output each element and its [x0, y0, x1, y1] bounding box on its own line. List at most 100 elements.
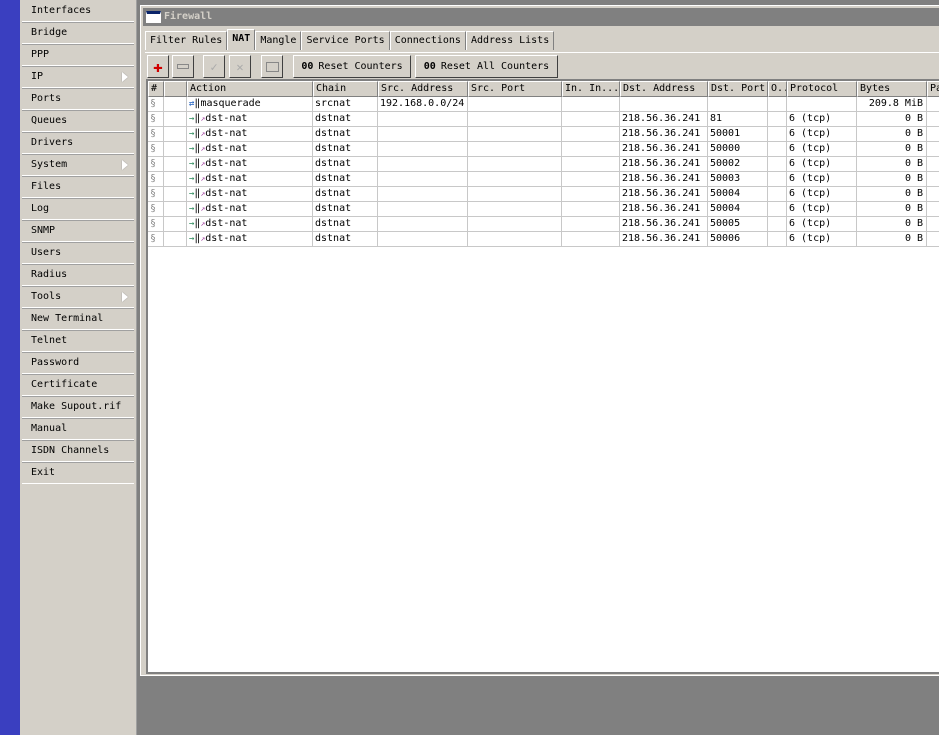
sidebar-item-queues[interactable]: Queues: [22, 110, 134, 132]
action-cell: →‖↗dst-nat: [187, 202, 313, 217]
column-header[interactable]: Src. Address: [378, 81, 468, 97]
dst-address-cell: 218.56.36.241: [620, 187, 708, 202]
tab-address-lists[interactable]: Address Lists: [465, 31, 555, 50]
sidebar-item-ip[interactable]: IP: [22, 66, 134, 88]
sidebar-item-manual[interactable]: Manual: [22, 418, 134, 440]
reset-all-counters-button[interactable]: 00 Reset All Counters: [415, 55, 558, 78]
sidebar-item-isdn-channels[interactable]: ISDN Channels: [22, 440, 134, 462]
column-header[interactable]: Chain: [313, 81, 378, 97]
sidebar-item-make-supout-rif[interactable]: Make Supout.rif: [22, 396, 134, 418]
sidebar-item-label: Certificate: [31, 379, 98, 390]
src-address-cell: [378, 157, 468, 172]
link-icon: §: [150, 173, 157, 184]
submenu-arrow-icon: [122, 72, 128, 82]
sidebar-item-snmp[interactable]: SNMP: [22, 220, 134, 242]
sidebar-item-tools[interactable]: Tools: [22, 286, 134, 308]
comment-button[interactable]: [261, 55, 283, 78]
sidebar-item-label: Drivers: [31, 137, 74, 148]
sidebar-item-new-terminal[interactable]: New Terminal: [22, 308, 134, 330]
sidebar-item-exit[interactable]: Exit: [22, 462, 134, 484]
column-header[interactable]: [164, 81, 187, 97]
sidebar-item-users[interactable]: Users: [22, 242, 134, 264]
dst-port-cell: 50004: [708, 202, 768, 217]
column-header[interactable]: Dst. Port: [708, 81, 768, 97]
protocol-cell: 6 (tcp): [787, 157, 857, 172]
chain: dstnat: [315, 188, 352, 199]
empty-cell: [164, 142, 187, 157]
column-header[interactable]: Dst. Address: [620, 81, 708, 97]
tab-mangle[interactable]: Mangle: [255, 31, 302, 50]
sidebar-item-bridge[interactable]: Bridge: [22, 22, 134, 44]
add-button[interactable]: ✚: [147, 55, 169, 78]
protocol-cell: 6 (tcp): [787, 217, 857, 232]
table-row[interactable]: § →‖↗dst-nat dstnat 218.56.36.241 50002 6 (tc…: [148, 157, 939, 172]
empty-cell: [164, 187, 187, 202]
src-address-cell: 192.168.0.0/24: [378, 97, 468, 112]
action-cell: →‖↗dst-nat: [187, 172, 313, 187]
row-number-cell: §: [148, 112, 164, 127]
sidebar-item-ports[interactable]: Ports: [22, 88, 134, 110]
sidebar-item-certificate[interactable]: Certificate: [22, 374, 134, 396]
dst-port-cell: 50005: [708, 217, 768, 232]
dst-port: 50001: [710, 128, 741, 139]
empty-cell: [468, 112, 562, 127]
action-cell: →‖↗dst-nat: [187, 112, 313, 127]
dst-nat-icon: →‖↗: [189, 233, 206, 244]
table-row[interactable]: § →‖↗dst-nat dstnat 218.56.36.241 50003 6 (tc…: [148, 172, 939, 187]
sidebar-item-drivers[interactable]: Drivers: [22, 132, 134, 154]
table-row[interactable]: § →‖↗dst-nat dstnat 218.56.36.241 50004 6 (tc…: [148, 187, 939, 202]
table-row[interactable]: § ⇄‖masquerade srcnat 192.168.0.0/24 209.8 M…: [148, 97, 939, 112]
disable-button[interactable]: ✕: [229, 55, 251, 78]
empty-cell: [927, 127, 939, 142]
column-header[interactable]: In. In...: [562, 81, 620, 97]
table-row[interactable]: § →‖↗dst-nat dstnat 218.56.36.241 50000 6 (tc…: [148, 142, 939, 157]
sidebar-item-interfaces[interactable]: Interfaces: [22, 0, 134, 22]
column-header[interactable]: O..: [768, 81, 787, 97]
reset-counters-button[interactable]: 00 Reset Counters: [293, 55, 411, 78]
column-header[interactable]: Src. Port: [468, 81, 562, 97]
src-address-cell: [378, 187, 468, 202]
sidebar-item-files[interactable]: Files: [22, 176, 134, 198]
tab-filter-rules[interactable]: Filter Rules: [145, 31, 228, 50]
sidebar-item-password[interactable]: Password: [22, 352, 134, 374]
dst-port-cell: [708, 97, 768, 112]
dst-port: 50000: [710, 143, 741, 154]
empty-cell: [768, 217, 787, 232]
firewall-window: Firewall Filter Rules NAT Mangle Service Po…: [140, 5, 939, 676]
action-cell: →‖↗dst-nat: [187, 127, 313, 142]
action-cell: →‖↗dst-nat: [187, 157, 313, 172]
bytes: 0 B: [904, 203, 923, 214]
dst-port: 50006: [710, 233, 741, 244]
side-strip: [0, 0, 20, 735]
tab-nat[interactable]: NAT: [227, 29, 256, 50]
tab-service-ports[interactable]: Service Ports: [301, 31, 390, 50]
sidebar-item-system[interactable]: System: [22, 154, 134, 176]
table-row[interactable]: § →‖↗dst-nat dstnat 218.56.36.241 81 6 (tcp) 0…: [148, 112, 939, 127]
sidebar-item-radius[interactable]: Radius: [22, 264, 134, 286]
window-title-bar[interactable]: Firewall: [143, 8, 939, 26]
table-row[interactable]: § →‖↗dst-nat dstnat 218.56.36.241 50006 6 (tc…: [148, 232, 939, 247]
sidebar-item-label: Make Supout.rif: [31, 401, 122, 412]
column-header[interactable]: Protocol: [787, 81, 857, 97]
empty-cell: [164, 112, 187, 127]
remove-button[interactable]: [172, 55, 194, 78]
column-header[interactable]: Bytes: [857, 81, 927, 97]
sidebar-item-label: Interfaces: [31, 5, 92, 16]
sidebar-item-ppp[interactable]: PPP: [22, 44, 134, 66]
empty-cell: [164, 172, 187, 187]
column-header[interactable]: Action: [187, 81, 313, 97]
action-cell: ⇄‖masquerade: [187, 97, 313, 112]
column-header[interactable]: Pa: [927, 81, 939, 97]
empty-cell: [562, 142, 620, 157]
empty-cell: [562, 172, 620, 187]
tab-connections[interactable]: Connections: [389, 31, 466, 50]
column-header[interactable]: #: [148, 81, 164, 97]
sidebar-item-log[interactable]: Log: [22, 198, 134, 220]
protocol-cell: 6 (tcp): [787, 232, 857, 247]
table-row[interactable]: § →‖↗dst-nat dstnat 218.56.36.241 50004 6 (tc…: [148, 202, 939, 217]
table-row[interactable]: § →‖↗dst-nat dstnat 218.56.36.241 50005 6 (tc…: [148, 217, 939, 232]
enable-button[interactable]: ✓: [203, 55, 225, 78]
table-row[interactable]: § →‖↗dst-nat dstnat 218.56.36.241 50001 6 (tc…: [148, 127, 939, 142]
sidebar-item-telnet[interactable]: Telnet: [22, 330, 134, 352]
empty-cell: [768, 127, 787, 142]
